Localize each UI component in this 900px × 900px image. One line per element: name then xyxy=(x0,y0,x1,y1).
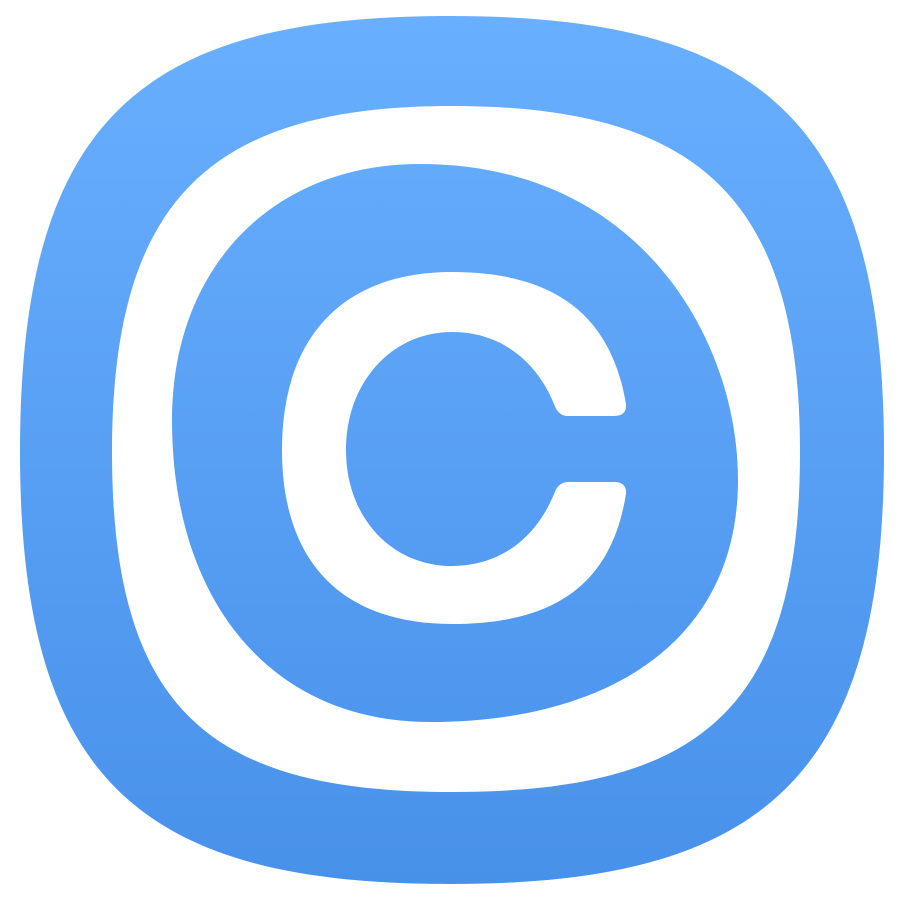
copyright-app-icon[interactable] xyxy=(0,0,900,900)
